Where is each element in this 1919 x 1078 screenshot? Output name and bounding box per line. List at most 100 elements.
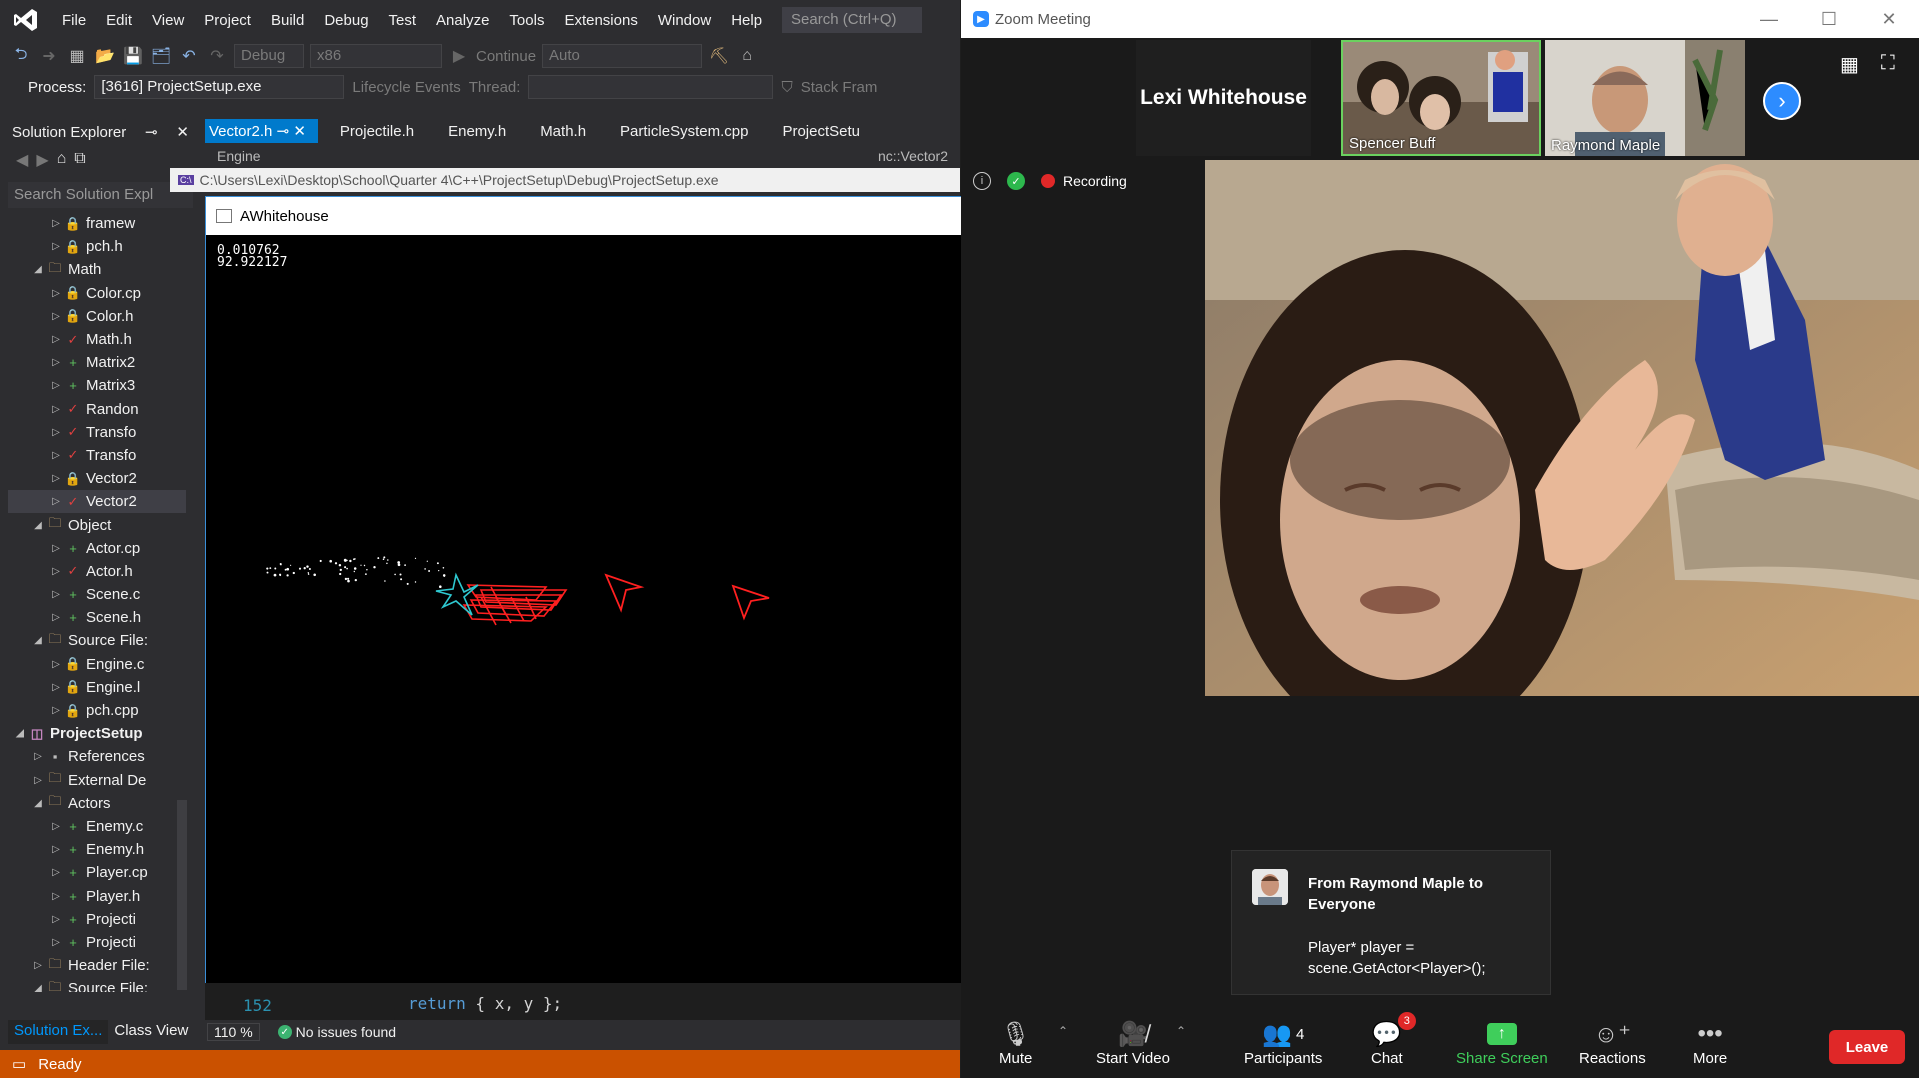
collapsed-arrow-icon[interactable]: ▷ bbox=[48, 380, 64, 391]
collapsed-arrow-icon[interactable]: ▷ bbox=[48, 496, 64, 507]
tree-item[interactable]: ▷ ▪ References bbox=[8, 745, 186, 768]
collapsed-arrow-icon[interactable]: ▷ bbox=[48, 357, 64, 368]
configuration-select[interactable]: Debug bbox=[234, 44, 304, 68]
collapsed-arrow-icon[interactable]: ▷ bbox=[48, 566, 64, 577]
collapsed-arrow-icon[interactable]: ▷ bbox=[48, 867, 64, 878]
video-options-caret[interactable]: ⌃ bbox=[1176, 1024, 1186, 1038]
collapsed-arrow-icon[interactable]: ▷ bbox=[30, 960, 46, 971]
tree-item[interactable]: ◢ 🗀 Source File: bbox=[8, 977, 186, 992]
tree-item[interactable]: ▷ 🔒 Engine.c bbox=[8, 653, 186, 676]
info-icon[interactable]: i bbox=[973, 172, 991, 190]
new-project-icon[interactable]: ▦ bbox=[66, 46, 88, 66]
menu-edit[interactable]: Edit bbox=[96, 12, 142, 29]
collapsed-arrow-icon[interactable]: ▷ bbox=[48, 241, 64, 252]
tab-projectsetup[interactable]: ProjectSetu bbox=[778, 120, 872, 143]
se-back-icon[interactable]: ◀ bbox=[16, 150, 28, 176]
tab-projectile-h[interactable]: Projectile.h bbox=[336, 120, 426, 143]
tree-item[interactable]: ▷ 🔒 Vector2 bbox=[8, 467, 186, 490]
more-button[interactable]: ••• More bbox=[1693, 1018, 1727, 1067]
share-screen-button[interactable]: ↑ Share Screen bbox=[1456, 1018, 1548, 1067]
tree-item[interactable]: ▷ + Scene.h bbox=[8, 606, 186, 629]
tree-item[interactable]: ▷ 🗀 Header File: bbox=[8, 954, 186, 977]
collapsed-arrow-icon[interactable]: ▷ bbox=[48, 543, 64, 554]
collapsed-arrow-icon[interactable]: ▷ bbox=[48, 218, 64, 229]
tree-item[interactable]: ◢ 🗀 Source File: bbox=[8, 629, 186, 652]
solution-explorer-scrollbar[interactable] bbox=[177, 800, 187, 990]
browser-icon[interactable]: ⌂ bbox=[736, 47, 758, 65]
open-folder-icon[interactable]: 📂 bbox=[94, 46, 116, 66]
expanded-arrow-icon[interactable]: ◢ bbox=[12, 728, 28, 739]
menu-project[interactable]: Project bbox=[194, 12, 261, 29]
collapsed-arrow-icon[interactable]: ▷ bbox=[48, 288, 64, 299]
chat-button[interactable]: 💬 3 Chat bbox=[1371, 1012, 1416, 1067]
collapsed-arrow-icon[interactable]: ▷ bbox=[48, 844, 64, 855]
collapsed-arrow-icon[interactable]: ▷ bbox=[48, 473, 64, 484]
tree-item[interactable]: ▷ ✓ Transfo bbox=[8, 421, 186, 444]
filter-icon[interactable]: ⛉ bbox=[781, 79, 792, 96]
tree-item[interactable]: ▷ + Enemy.h bbox=[8, 838, 186, 861]
collapsed-arrow-icon[interactable]: ▷ bbox=[48, 914, 64, 925]
save-icon[interactable]: 💾 bbox=[122, 46, 144, 66]
tree-item[interactable]: ▷ + Matrix2 bbox=[8, 351, 186, 374]
tree-item[interactable]: ◢ 🗀 Math bbox=[8, 258, 186, 281]
menu-view[interactable]: View bbox=[142, 12, 194, 29]
expanded-arrow-icon[interactable]: ◢ bbox=[30, 520, 46, 531]
back-arrow-icon[interactable]: ⮌ bbox=[10, 43, 32, 70]
tree-item[interactable]: ▷ + Player.h bbox=[8, 884, 186, 907]
participants-button[interactable]: 👥 4 Participants bbox=[1244, 1018, 1322, 1068]
tree-item[interactable]: ▷ 🔒 framew bbox=[8, 212, 186, 235]
project-scope-dropdown[interactable]: Engine bbox=[217, 148, 261, 166]
expanded-arrow-icon[interactable]: ◢ bbox=[30, 798, 46, 809]
participant-tile-raymond[interactable]: Raymond Maple bbox=[1545, 40, 1745, 156]
tree-item[interactable]: ▷ + Enemy.c bbox=[8, 815, 186, 838]
menu-window[interactable]: Window bbox=[648, 12, 721, 29]
menu-extensions[interactable]: Extensions bbox=[554, 12, 647, 29]
pin-icon[interactable]: ⊸ bbox=[145, 123, 158, 141]
tree-item[interactable]: ▷ 🔒 pch.cpp bbox=[8, 699, 186, 722]
tab-math-h[interactable]: Math.h bbox=[536, 120, 598, 143]
chat-notification[interactable]: From Raymond Maple to Everyone Player* p… bbox=[1231, 850, 1551, 995]
save-all-icon[interactable]: 🗂 bbox=[150, 46, 172, 66]
tree-item[interactable]: ◢ 🗀 Object bbox=[8, 513, 186, 536]
tree-item[interactable]: ▷ + Projecti bbox=[8, 908, 186, 931]
solution-explorer-title[interactable]: Solution Explorer bbox=[12, 124, 126, 141]
collapsed-arrow-icon[interactable]: ▷ bbox=[48, 311, 64, 322]
collapsed-arrow-icon[interactable]: ▷ bbox=[30, 751, 46, 762]
menu-test[interactable]: Test bbox=[379, 12, 427, 29]
tab-vector2-h[interactable]: Vector2.h ⊸ ✕ bbox=[205, 119, 318, 143]
tree-item[interactable]: ▷ ✓ Transfo bbox=[8, 444, 186, 467]
tree-item[interactable]: ▷ ✓ Vector2 bbox=[8, 490, 186, 514]
tree-item[interactable]: ▷ + Scene.c bbox=[8, 583, 186, 606]
platform-select[interactable]: x86 bbox=[310, 44, 442, 68]
tree-item[interactable]: ▷ ✓ Randon bbox=[8, 398, 186, 421]
tab-particlesystem-cpp[interactable]: ParticleSystem.cpp bbox=[616, 120, 760, 143]
menu-build[interactable]: Build bbox=[261, 12, 314, 29]
active-speaker-video[interactable] bbox=[1205, 160, 1919, 696]
collapsed-arrow-icon[interactable]: ▷ bbox=[48, 589, 64, 600]
collapsed-arrow-icon[interactable]: ▷ bbox=[48, 682, 64, 693]
collapsed-arrow-icon[interactable]: ▷ bbox=[48, 891, 64, 902]
continue-button[interactable]: Continue bbox=[476, 48, 536, 65]
tree-item[interactable]: ▷ 🗀 External De bbox=[8, 769, 186, 792]
reactions-button[interactable]: ☺⁺ Reactions bbox=[1579, 1018, 1646, 1068]
tree-item[interactable]: ▷ ✓ Math.h bbox=[8, 328, 186, 351]
leave-button[interactable]: Leave bbox=[1829, 1030, 1905, 1064]
tree-item[interactable]: ▷ + Projecti bbox=[8, 931, 186, 954]
stack-frame-label[interactable]: Stack Fram bbox=[801, 79, 878, 96]
collapsed-arrow-icon[interactable]: ▷ bbox=[30, 775, 46, 786]
thread-select[interactable] bbox=[528, 75, 774, 99]
tree-item[interactable]: ▷ 🔒 Engine.l bbox=[8, 676, 186, 699]
tab-close-icon[interactable]: ✕ bbox=[293, 123, 306, 140]
security-shield-icon[interactable]: ✓ bbox=[1007, 172, 1025, 190]
menu-help[interactable]: Help bbox=[721, 12, 772, 29]
mute-button[interactable]: 🎙 Mute bbox=[999, 1018, 1032, 1068]
zoom-level-select[interactable]: 110 % bbox=[207, 1023, 260, 1041]
console-window-titlebar[interactable]: C:\ C:\Users\Lexi\Desktop\School\Quarter… bbox=[170, 168, 960, 192]
collapsed-arrow-icon[interactable]: ▷ bbox=[48, 937, 64, 948]
audio-options-caret[interactable]: ⌃ bbox=[1058, 1024, 1068, 1038]
issues-indicator[interactable]: ✓ No issues found bbox=[277, 1024, 396, 1040]
menu-file[interactable]: File bbox=[52, 12, 96, 29]
tree-item[interactable]: ▷ 🔒 Color.h bbox=[8, 305, 186, 328]
participant-tile-spencer[interactable]: Spencer Buff bbox=[1341, 40, 1541, 156]
zoom-minimize-button[interactable]: — bbox=[1739, 9, 1799, 30]
